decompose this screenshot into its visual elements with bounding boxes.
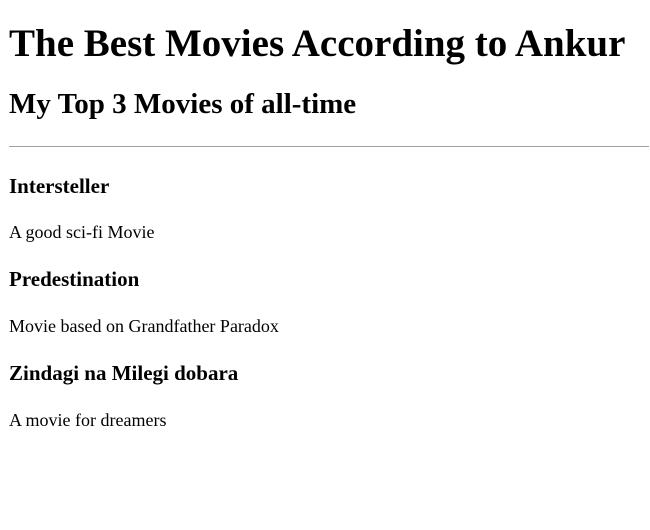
movie-item: Predestination Movie based on Grandfathe…	[9, 266, 650, 337]
page-subtitle: My Top 3 Movies of all-time	[9, 88, 357, 120]
page: The Best Movies According to Ankur My To…	[0, 0, 650, 431]
divider	[9, 146, 649, 147]
movie-item: Intersteller A good sci-fi Movie	[9, 173, 650, 243]
movie-description: Movie based on Grandfather Paradox	[9, 316, 279, 336]
movie-title: Zindagi na Milegi dobara	[9, 361, 239, 385]
movie-description: A good sci-fi Movie	[9, 222, 155, 242]
movie-description: A movie for dreamers	[9, 410, 167, 430]
page-title: The Best Movies According to Ankur	[9, 22, 626, 65]
movie-title: Predestination	[9, 267, 140, 291]
movie-title: Intersteller	[9, 174, 110, 198]
movie-item: Zindagi na Milegi dobara A movie for dre…	[9, 360, 650, 431]
